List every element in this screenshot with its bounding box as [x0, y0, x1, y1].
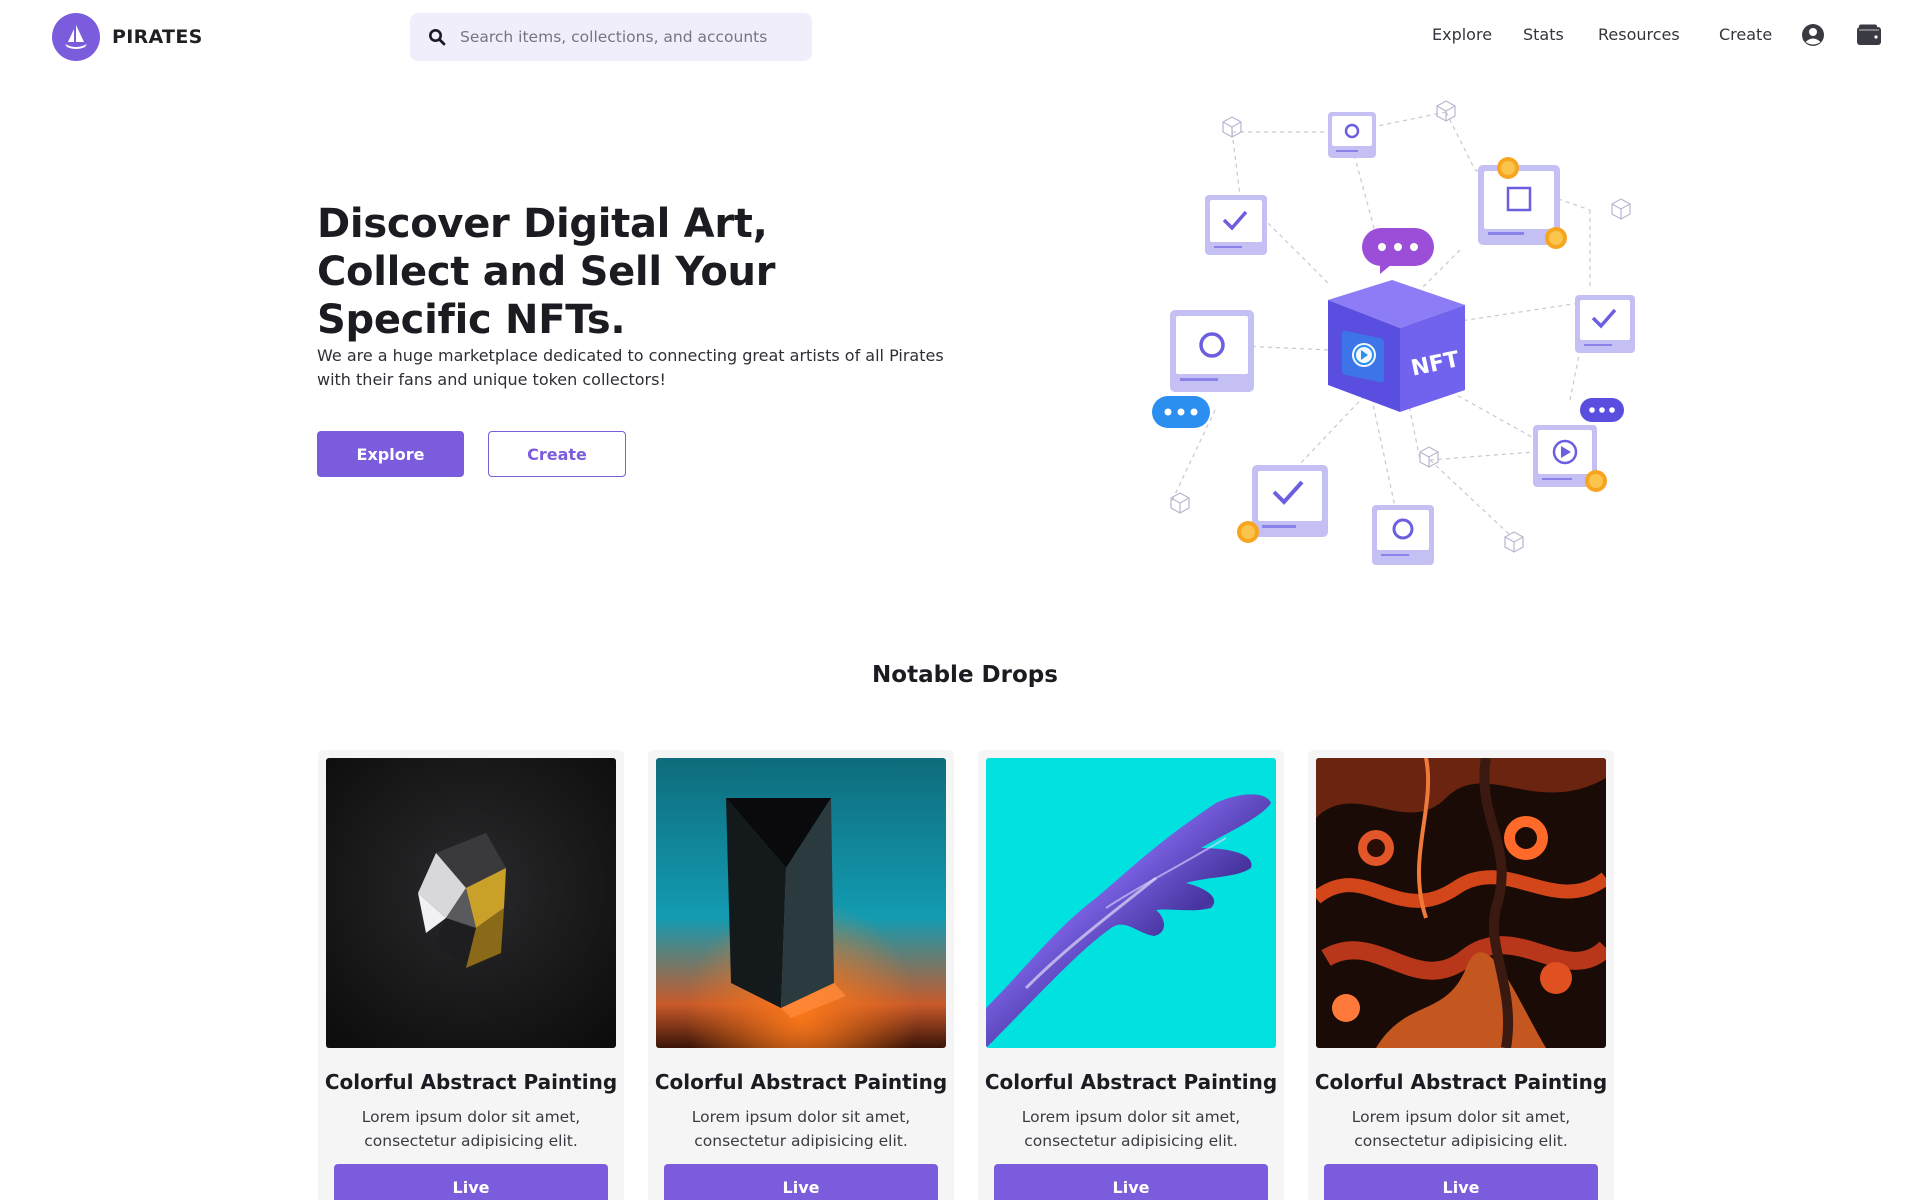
search-bar[interactable]: [410, 13, 812, 61]
nft-cube-graphic: NFT: [1328, 280, 1465, 412]
ship-icon: [52, 13, 100, 61]
drop-card[interactable]: Colorful Abstract Painting Lorem ipsum d…: [648, 750, 954, 1200]
drop-card[interactable]: Colorful Abstract Painting Lorem ipsum d…: [978, 750, 1284, 1200]
brand-name: PIRATES: [112, 26, 203, 48]
drop-live-button[interactable]: Live: [1324, 1164, 1598, 1200]
drop-card-description: Lorem ipsum dolor sit amet, consectetur …: [1021, 1108, 1241, 1150]
wallet-icon[interactable]: [1856, 22, 1882, 48]
nav-link-resources[interactable]: Resources: [1598, 22, 1680, 48]
drop-card[interactable]: Colorful Abstract Painting Lorem ipsum d…: [318, 750, 624, 1200]
drop-live-button[interactable]: Live: [334, 1164, 608, 1200]
drop-live-button[interactable]: Live: [994, 1164, 1268, 1200]
drop-card[interactable]: Colorful Abstract Painting Lorem ipsum d…: [1308, 750, 1614, 1200]
nav-link-stats[interactable]: Stats: [1523, 22, 1564, 48]
marble-fluid-art: [1316, 758, 1606, 1048]
search-icon: [426, 26, 448, 48]
explore-button[interactable]: Explore: [317, 431, 464, 477]
create-button[interactable]: Create: [488, 431, 626, 477]
drop-card-description: Lorem ipsum dolor sit amet, consectetur …: [691, 1108, 911, 1150]
section-title-notable-drops: Notable Drops: [872, 662, 1058, 688]
drop-card-description: Lorem ipsum dolor sit amet, consectetur …: [361, 1108, 581, 1150]
nav-link-create[interactable]: Create: [1719, 22, 1772, 48]
hero-description: We are a huge marketplace dedicated to c…: [317, 346, 944, 389]
hero-title: Discover Digital Art, Collect and Sell Y…: [317, 201, 776, 343]
nav-link-explore[interactable]: Explore: [1432, 22, 1492, 48]
user-circle-icon[interactable]: [1800, 22, 1826, 48]
drop-card-title: Colorful Abstract Painting: [324, 1070, 618, 1094]
glass-prism-art: [656, 758, 946, 1048]
holographic-hand-art: [986, 758, 1276, 1048]
dark-crystal-art: [326, 758, 616, 1048]
drop-card-title: Colorful Abstract Painting: [984, 1070, 1278, 1094]
drop-card-title: Colorful Abstract Painting: [1314, 1070, 1608, 1094]
brand-logo-link[interactable]: PIRATES: [52, 13, 203, 61]
nft-network-illustration: NFT: [1130, 90, 1650, 580]
search-input[interactable]: [460, 28, 800, 46]
site-header: PIRATES Explore Stats Resources Create: [0, 0, 1930, 74]
drop-card-title: Colorful Abstract Painting: [654, 1070, 948, 1094]
drop-card-description: Lorem ipsum dolor sit amet, consectetur …: [1351, 1108, 1571, 1150]
drop-live-button[interactable]: Live: [664, 1164, 938, 1200]
